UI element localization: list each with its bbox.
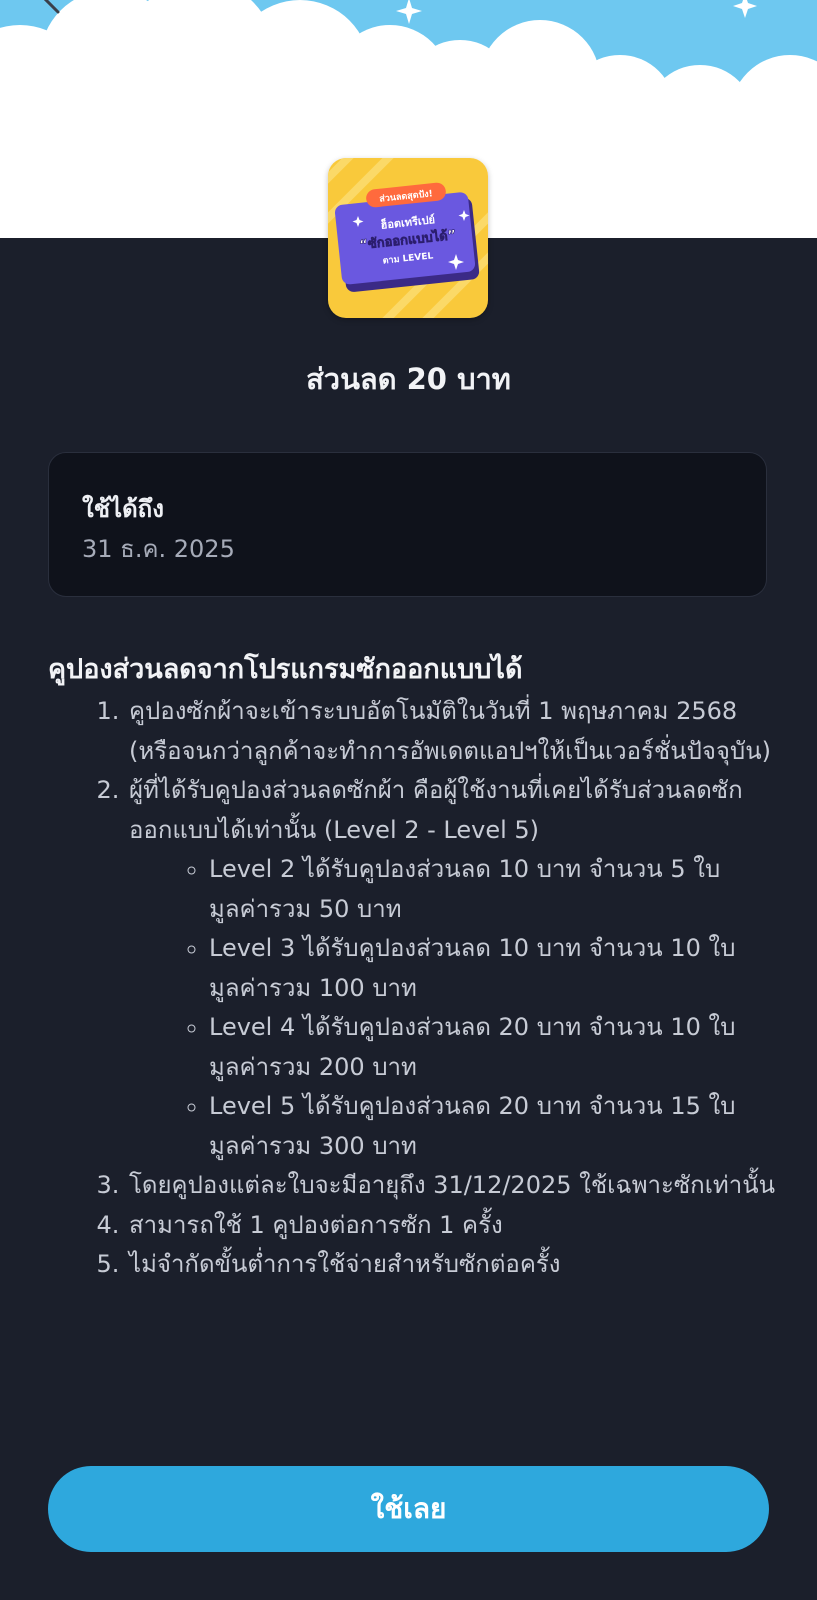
validity-label: ใช้ได้ถึง <box>82 495 164 523</box>
coupon-image: ส่วนลดสุดปัง! ฮ็อตเทรีเปย์ “ซักออกแบบได้… <box>328 158 488 318</box>
level-list: Level 2 ได้รับคูปองส่วนลด 10 บาท จำนวน 5… <box>129 850 778 1166</box>
list-item: สามารถใช้ 1 คูปองต่อการซัก 1 ครั้ง <box>127 1206 778 1246</box>
level-item: Level 3 ได้รับคูปองส่วนลด 10 บาท จำนวน 1… <box>209 929 778 1008</box>
term-text: โดยคูปองแต่ละใบจะมีอายุถึง 31/12/2025 ใช… <box>129 1171 776 1199</box>
list-item: คูปองซักผ้าจะเข้าระบบอัตโนมัติในวันที่ 1… <box>127 692 778 771</box>
list-item: โดยคูปองแต่ละใบจะมีอายุถึง 31/12/2025 ใช… <box>127 1166 778 1206</box>
validity-card: ใช้ได้ถึง 31 ธ.ค. 2025 <box>48 452 767 597</box>
term-text: ผู้ที่ได้รับคูปองส่วนลดซักผ้า คือผู้ใช้ง… <box>129 776 743 844</box>
term-text: คูปองซักผ้าจะเข้าระบบอัตโนมัติในวันที่ 1… <box>129 697 771 765</box>
level-item: Level 5 ได้รับคูปองส่วนลด 20 บาท จำนวน 1… <box>209 1087 778 1166</box>
term-text: ไม่จำกัดขั้นต่ำการใช้จ่ายสำหรับซักต่อครั… <box>129 1250 561 1278</box>
validity-date: 31 ธ.ค. 2025 <box>82 535 235 563</box>
terms-heading: คูปองส่วนลดจากโปรแกรมซักออกแบบได้ <box>48 654 523 685</box>
level-item: Level 2 ได้รับคูปองส่วนลด 10 บาท จำนวน 5… <box>209 850 778 929</box>
terms-section: คูปองส่วนลดจากโปรแกรมซักออกแบบได้ คูปองซ… <box>48 650 778 1285</box>
terms-list: คูปองซักผ้าจะเข้าระบบอัตโนมัติในวันที่ 1… <box>48 692 778 1285</box>
term-text: สามารถใช้ 1 คูปองต่อการซัก 1 ครั้ง <box>129 1210 503 1239</box>
list-item: ผู้ที่ได้รับคูปองส่วนลดซักผ้า คือผู้ใช้ง… <box>127 771 778 1166</box>
list-item: ไม่จำกัดขั้นต่ำการใช้จ่ายสำหรับซักต่อครั… <box>127 1245 778 1285</box>
level-item: Level 4 ได้รับคูปองส่วนลด 20 บาท จำนวน 1… <box>209 1008 778 1087</box>
back-chevron-icon[interactable] <box>38 0 68 16</box>
use-now-button[interactable]: ใช้เลย <box>48 1466 769 1552</box>
coupon-title: ส่วนลด 20 บาท <box>306 362 511 396</box>
